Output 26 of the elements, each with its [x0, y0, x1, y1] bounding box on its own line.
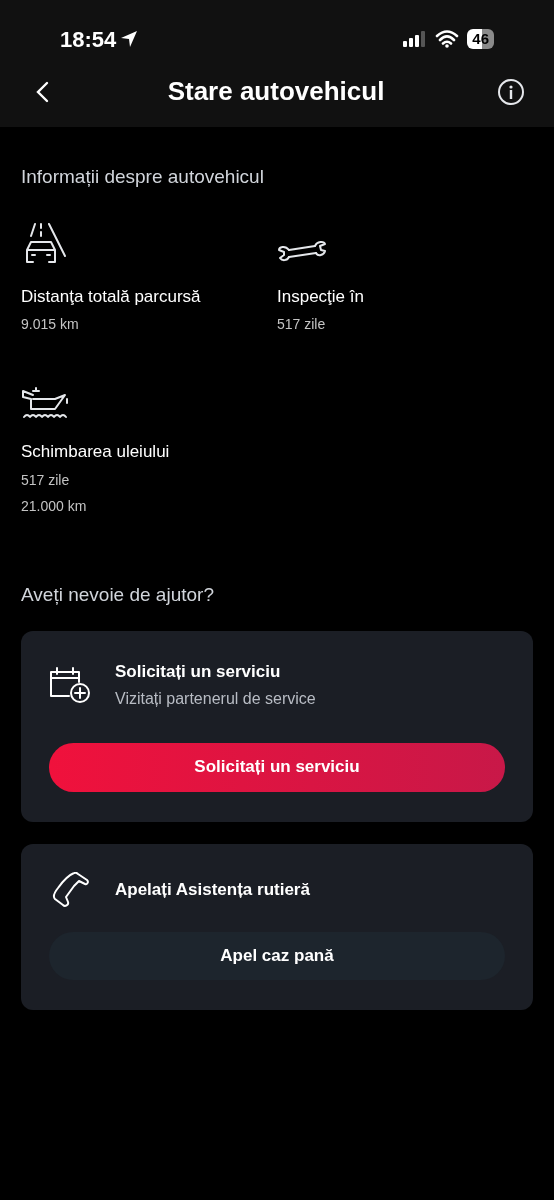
signal-icon [403, 31, 428, 47]
calendar-plus-icon [49, 665, 93, 704]
phone-icon [52, 871, 90, 908]
card-subtitle: Vizitați partenerul de service [115, 688, 316, 709]
info-value: 21.000 km [21, 496, 88, 516]
chevron-left-icon [35, 80, 49, 103]
info-value: 9.015 km [21, 315, 80, 334]
card-title: Solicitați un serviciu [115, 661, 282, 683]
info-title: Schimbarea uleiului [21, 441, 171, 463]
oil-can-icon [21, 385, 71, 421]
page-title: Stare autovehicul [167, 75, 385, 108]
battery-indicator: 46 [467, 29, 494, 49]
info-title: Inspecţie în [277, 285, 365, 308]
info-value: 517 zile [21, 470, 71, 490]
wifi-icon [435, 30, 460, 48]
info-icon [508, 84, 514, 99]
location-arrow-icon [120, 30, 139, 48]
request-service-button[interactable]: Solicitați un serviciu [49, 742, 505, 792]
section-heading: Aveți nevoie de ajutor? [21, 582, 215, 607]
info-value: 517 zile [277, 315, 327, 334]
status-time: 18:54 [60, 25, 117, 54]
info-title: Distanţa totală parcursă [21, 285, 202, 308]
info-button[interactable] [498, 78, 524, 105]
section-heading: Informații despre autovehicul [21, 165, 265, 189]
call-button[interactable]: Apel caz pană [49, 931, 505, 980]
card-title: Apelați Asistența rutieră [115, 878, 310, 901]
